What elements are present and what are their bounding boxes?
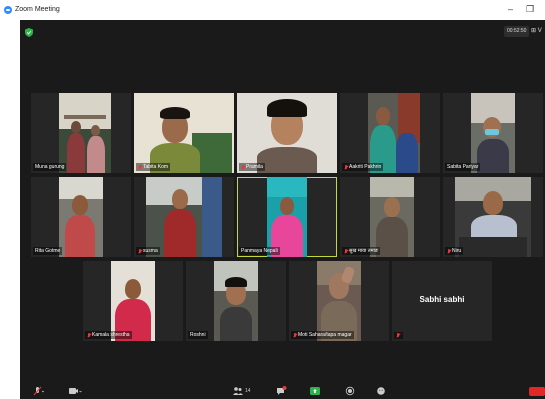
meeting-area: 00:52:50 ⊞ V Muna gurung Tabita Kom Pram… — [20, 20, 545, 399]
meeting-timer: 00:52:50 — [504, 26, 530, 37]
video-feed — [237, 93, 337, 173]
participant-name: susma — [136, 247, 160, 255]
participant-name: Pramila — [239, 163, 265, 171]
participant-name — [394, 332, 403, 339]
video-feed — [370, 177, 414, 257]
mic-muted-icon — [344, 164, 348, 170]
participant-tile[interactable]: Niru — [443, 177, 543, 257]
record-icon[interactable] — [345, 386, 355, 396]
participant-name: Kamala shrestha — [85, 331, 132, 339]
participant-tile-active-speaker[interactable]: Panmaya Nepali — [237, 177, 337, 257]
participant-name: Muna gurung — [33, 163, 67, 171]
video-feed — [317, 261, 361, 341]
video-feed — [214, 261, 258, 341]
participant-tile[interactable]: susma — [134, 177, 234, 257]
video-feed — [146, 177, 222, 257]
zoom-logo-icon — [4, 6, 12, 14]
participant-tile[interactable]: Kamala shrestha — [83, 261, 183, 341]
window-title: Zoom Meeting — [15, 6, 60, 13]
participant-tile[interactable]: Sabhi sabhi — [392, 261, 492, 341]
participant-name: Aakriti Pakhrin — [342, 163, 384, 171]
participant-name: Niru — [445, 247, 464, 255]
video-feed — [59, 177, 103, 257]
participant-tile[interactable]: Roshni — [186, 261, 286, 341]
participant-name: Rita Gotme — [33, 247, 63, 255]
participant-tile[interactable]: Aakriti Pakhrin — [340, 93, 440, 173]
video-feed — [368, 93, 420, 173]
participant-tile[interactable]: सुख माया तमाङ — [340, 177, 440, 257]
mic-muted-icon — [87, 332, 91, 338]
mic-muted-icon — [138, 164, 142, 170]
title-bar: Zoom Meeting – ❐ — [0, 0, 545, 20]
mic-muted-icon — [344, 248, 348, 254]
video-camera-icon[interactable] — [68, 386, 82, 396]
participant-name: Panmaya Nepali — [239, 247, 280, 255]
participant-tile[interactable]: Moti Sahara/tapa magar — [289, 261, 389, 341]
chat-icon[interactable] — [275, 386, 287, 396]
participant-tile[interactable]: Sabita Pariyar — [443, 93, 543, 173]
participant-name: Moti Sahara/tapa magar — [291, 331, 354, 339]
participant-tile[interactable]: Pramila — [237, 93, 337, 173]
participants-count: 14 — [245, 388, 251, 394]
security-shield-icon[interactable] — [25, 28, 33, 37]
participant-display-name: Sabhi sabhi — [419, 295, 465, 304]
participant-name: Sabita Pariyar — [445, 163, 481, 171]
video-feed — [111, 261, 155, 341]
end-meeting-button[interactable] — [529, 387, 545, 396]
mic-muted-icon[interactable] — [32, 386, 44, 396]
mic-muted-icon — [447, 248, 451, 254]
mic-muted-icon — [396, 333, 400, 338]
participant-name: Tabita Kom — [136, 163, 171, 171]
video-feed — [455, 177, 531, 257]
meeting-toolbar: 14 — [20, 384, 545, 399]
share-screen-icon[interactable] — [310, 386, 320, 396]
participant-tile[interactable]: Rita Gotme — [31, 177, 131, 257]
minimize-button[interactable]: – — [508, 4, 513, 14]
participant-tile[interactable]: Tabita Kom — [134, 93, 234, 173]
mic-muted-icon — [293, 332, 297, 338]
video-feed — [59, 93, 111, 173]
participant-tile[interactable]: Muna gurung — [31, 93, 131, 173]
participants-icon[interactable] — [232, 386, 244, 396]
mic-muted-icon — [241, 164, 245, 170]
participant-name: Roshni — [188, 331, 208, 339]
video-feed — [134, 93, 234, 173]
reactions-icon[interactable] — [376, 386, 386, 396]
video-feed — [471, 93, 515, 173]
participant-name: सुख माया तमाङ — [342, 247, 381, 255]
view-button[interactable]: ⊞ V — [531, 26, 542, 37]
restore-button[interactable]: ❐ — [526, 4, 534, 15]
mic-muted-icon — [138, 248, 142, 254]
video-feed — [267, 177, 307, 257]
